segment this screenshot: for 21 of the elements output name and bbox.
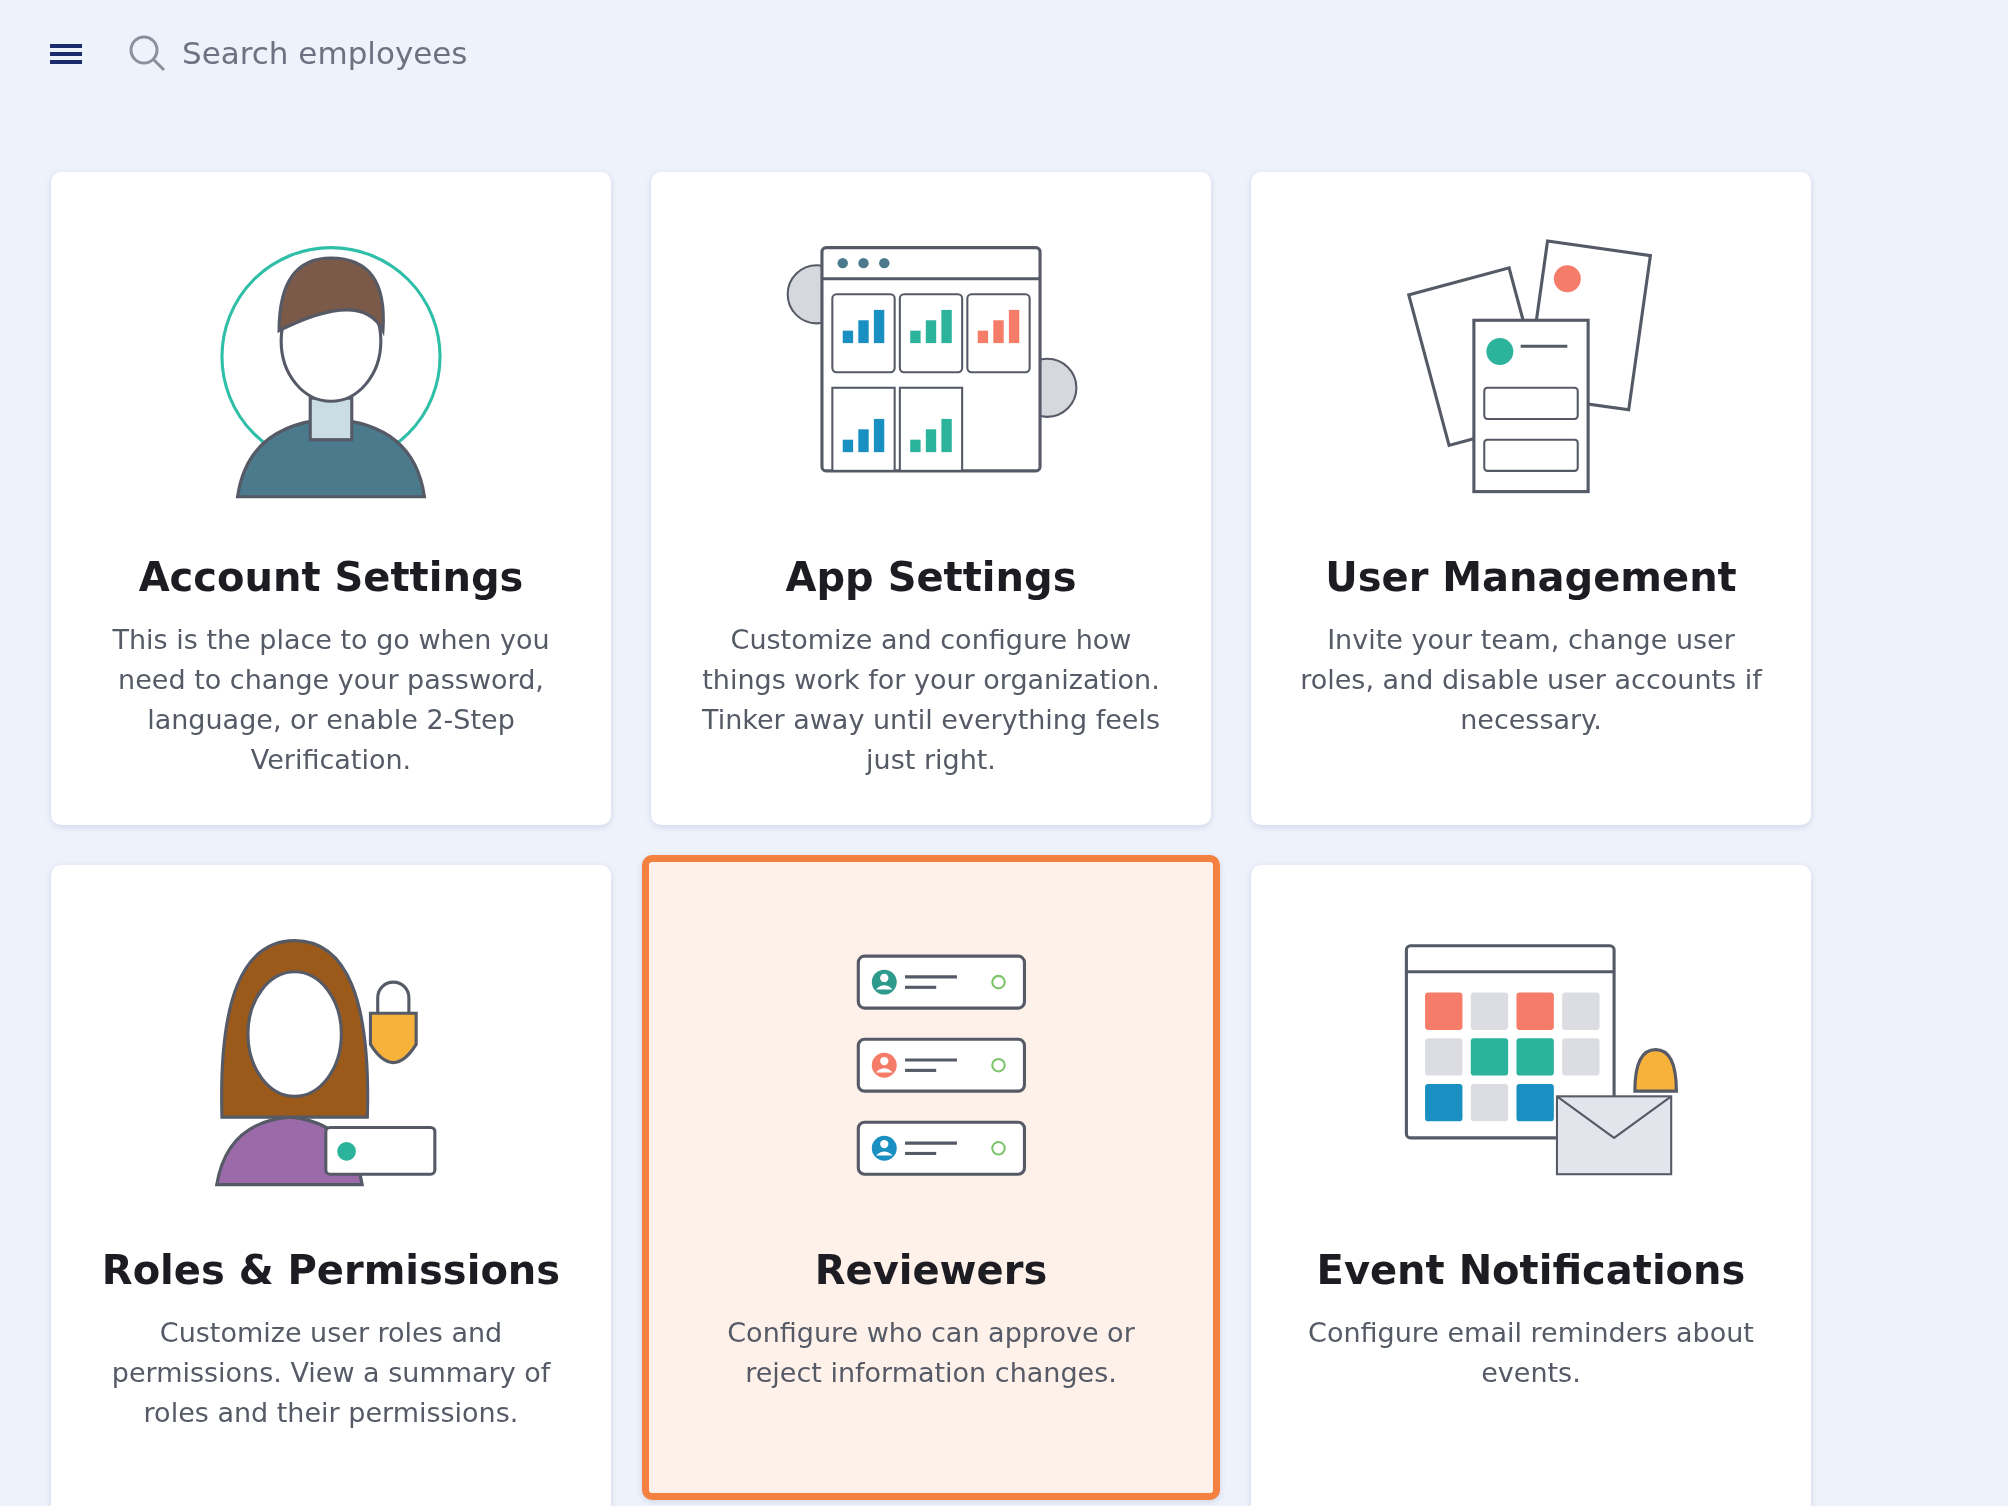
card-description: Customize user roles and permissions. View a summary of roles and their permissions. xyxy=(110,1316,552,1430)
settings-card[interactable]: User Management Invite your team, change user roles, and disable user accounts if necessary. xyxy=(1251,172,1811,825)
card-description: Invite your team, change user roles, and disable user accounts if necessary. xyxy=(1299,623,1764,737)
card-title: Event Notifications xyxy=(1316,1247,1746,1293)
card-title: Roles & Permissions xyxy=(101,1247,561,1293)
card-title: Reviewers xyxy=(814,1247,1048,1293)
settings-card[interactable]: Roles & Permissions Customize user roles and permissions. View a summary of roles and their permissions. xyxy=(51,865,611,1506)
card-description: Configure email reminders about events. xyxy=(1307,1316,1755,1390)
card-title: Account Settings xyxy=(138,554,524,600)
settings-card[interactable]: Event Notifications Configure email reminders about events. xyxy=(1251,865,1811,1506)
settings-card[interactable]: Account Settings This is the place to go when you need to change your password, language, or enable 2-Step Verification. xyxy=(51,172,611,825)
settings-card[interactable]: App Settings Customize and configure how things work for your organization. Tinker away until everything feels just right. xyxy=(651,172,1211,825)
search-field[interactable]: Search employees xyxy=(180,34,684,72)
card-title: User Management xyxy=(1325,554,1737,600)
card-title: App Settings xyxy=(785,554,1077,600)
search-icon xyxy=(128,34,166,72)
card-description: This is the place to go when you need to change your password, language, or enable 2-Step Verification. xyxy=(111,623,551,777)
menu-icon[interactable] xyxy=(50,41,84,65)
settings-card[interactable]: Reviewers Configure who can approve or reject information changes. xyxy=(642,855,1220,1500)
card-description: Customize and configure how things work for your organization. Tinker away until everything feels just right. xyxy=(701,623,1161,777)
card-description: Configure who can approve or reject information changes. xyxy=(726,1316,1136,1390)
